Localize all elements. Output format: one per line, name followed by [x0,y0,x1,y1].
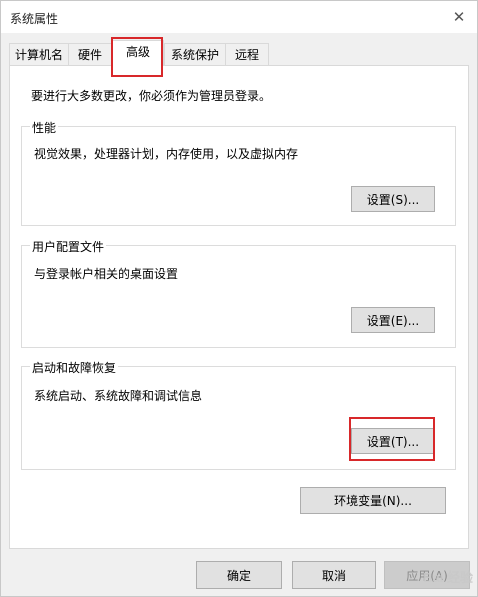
admin-notice: 要进行大多数更改，你必须作为管理员登录。 [31,89,272,103]
performance-group-title: 性能 [30,119,59,136]
ok-button[interactable]: 确定 [196,561,282,589]
tab-remote[interactable]: 远程 [225,43,269,65]
user-profiles-group: 用户配置文件 与登录帐户相关的桌面设置 设置(E)... [21,238,456,348]
tab-computer-name[interactable]: 计算机名 [9,43,69,65]
performance-group: 性能 视觉效果，处理器计划，内存使用，以及虚拟内存 设置(S)... [21,119,456,226]
performance-description: 视觉效果，处理器计划，内存使用，以及虚拟内存 [34,147,299,161]
window-title: 系统属性 [10,12,59,26]
apply-button[interactable]: 应用(A) [384,561,470,589]
startup-settings-highlight [349,417,435,461]
system-properties-window: 系统属性 ✕ 计算机名 硬件 高级 系统保护 远程 要进行大多数更改，你必须作为… [0,0,478,597]
title-bar[interactable]: 系统属性 ✕ [1,1,477,33]
tab-hardware[interactable]: 硬件 [68,43,112,65]
performance-settings-button[interactable]: 设置(S)... [351,186,435,212]
advanced-tab-panel: 要进行大多数更改，你必须作为管理员登录。 性能 视觉效果，处理器计划，内存使用，… [9,65,469,549]
startup-recovery-description: 系统启动、系统故障和调试信息 [34,389,203,403]
cancel-button[interactable]: 取消 [292,561,376,589]
environment-variables-button[interactable]: 环境变量(N)... [300,487,446,514]
startup-recovery-group-title: 启动和故障恢复 [30,359,119,376]
tab-system-protection[interactable]: 系统保护 [164,43,226,65]
user-profiles-description: 与登录帐户相关的桌面设置 [34,267,179,281]
user-profiles-settings-button[interactable]: 设置(E)... [351,307,435,333]
user-profiles-group-title: 用户配置文件 [30,238,107,255]
advanced-tab-highlight [111,37,163,77]
close-icon[interactable]: ✕ [447,5,471,29]
